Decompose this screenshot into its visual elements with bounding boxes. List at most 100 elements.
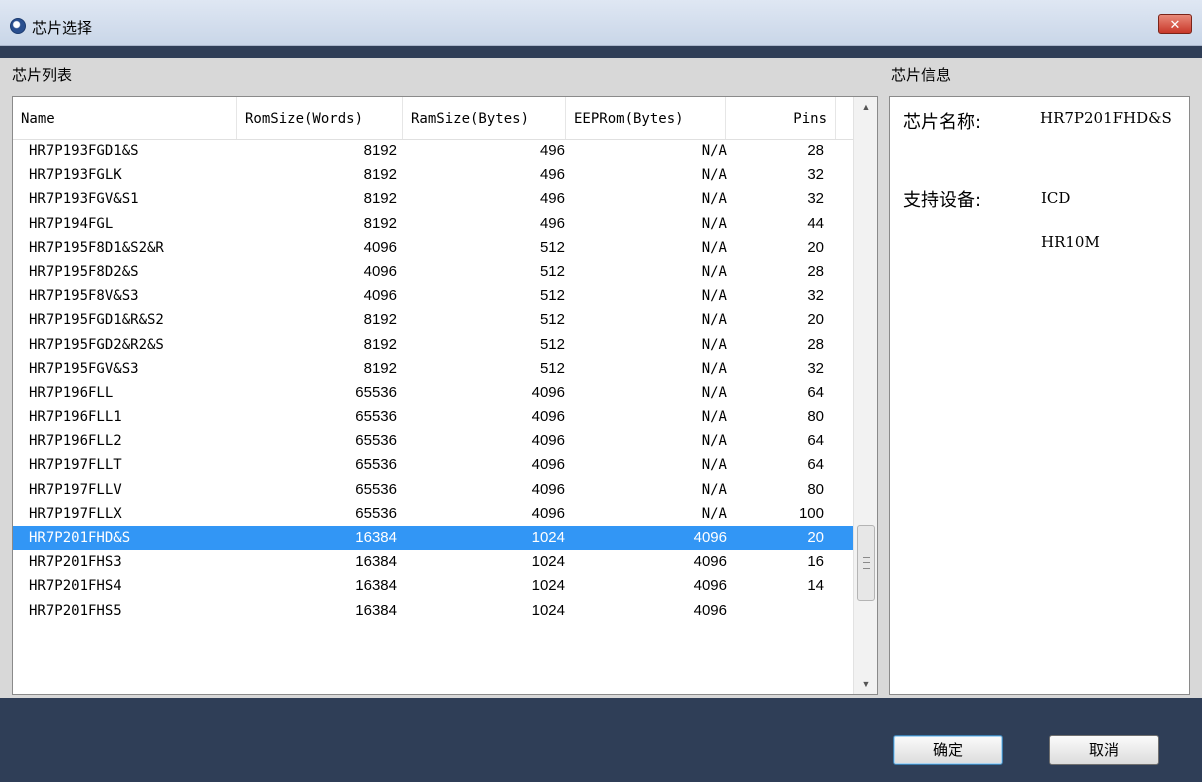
cell-name: HR7P196FLL2 [29, 433, 122, 450]
table-row[interactable]: HR7P193FGD1&S 8192 496 N/A 28 [13, 139, 853, 163]
cell-pins: 80 [807, 408, 824, 426]
cell-pins: 28 [807, 335, 824, 353]
cell-name: HR7P201FHS3 [29, 554, 122, 571]
cell-eeprom: N/A [701, 409, 727, 426]
cell-name: HR7P195FGD2&R2&S [29, 336, 164, 353]
table-row[interactable]: HR7P195F8V&S3 4096 512 N/A 32 [13, 284, 853, 308]
cell-pins: 100 [798, 504, 824, 522]
cell-name: HR7P193FGD1&S [29, 143, 139, 159]
cell-romsize: 65536 [355, 408, 397, 426]
scroll-up-arrow-icon[interactable]: ▲ [854, 97, 877, 117]
table-row[interactable]: HR7P196FLL2 65536 4096 N/A 64 [13, 429, 853, 453]
cell-ramsize: 512 [539, 287, 565, 305]
cell-ramsize: 496 [539, 142, 565, 159]
cell-romsize: 16384 [355, 601, 397, 619]
column-header-ramsize[interactable]: RamSize(Bytes) [403, 97, 566, 139]
cell-name: HR7P201FHD&S [29, 530, 131, 546]
table-row[interactable]: HR7P196FLL1 65536 4096 N/A 80 [13, 405, 853, 429]
cell-ramsize: 1024 [531, 553, 565, 571]
cell-romsize: 65536 [355, 480, 397, 498]
ok-button[interactable]: 确定 [893, 735, 1003, 765]
table-row[interactable]: HR7P195FGD1&R&S2 8192 512 N/A 20 [13, 308, 853, 332]
cell-eeprom: N/A [701, 143, 727, 159]
cell-name: HR7P197FLLX [29, 505, 122, 522]
cell-pins: 20 [807, 529, 824, 546]
table-row-selected[interactable]: HR7P201FHD&S 16384 1024 4096 20 [13, 526, 853, 551]
cell-name: HR7P193FGV&S1 [29, 191, 139, 208]
table-row[interactable]: HR7P197FLLV 65536 4096 N/A 80 [13, 478, 853, 502]
table-row[interactable]: HR7P197FLLX 65536 4096 N/A 100 [13, 502, 853, 526]
cell-romsize: 8192 [363, 190, 397, 208]
cell-eeprom: 4096 [693, 601, 727, 619]
cell-eeprom: N/A [701, 505, 727, 522]
cell-eeprom: N/A [701, 167, 727, 184]
cell-pins: 32 [807, 359, 824, 377]
cell-eeprom: N/A [701, 360, 727, 377]
cell-ramsize: 512 [539, 262, 565, 280]
device-item: ICD [1041, 189, 1071, 207]
chip-list-table[interactable]: Name RomSize(Words) RamSize(Bytes) EEPRo… [12, 96, 878, 695]
cell-eeprom: N/A [701, 336, 727, 353]
table-row[interactable]: HR7P195FGD2&R2&S 8192 512 N/A 28 [13, 333, 853, 357]
cell-eeprom: N/A [701, 215, 727, 232]
cell-romsize: 8192 [363, 335, 397, 353]
table-row[interactable]: HR7P193FGV&S1 8192 496 N/A 32 [13, 187, 853, 211]
cell-eeprom: 4096 [693, 577, 727, 595]
cell-pins: 16 [807, 553, 824, 571]
cell-romsize: 4096 [363, 262, 397, 280]
cell-romsize: 16384 [355, 553, 397, 571]
cell-name: HR7P197FLLV [29, 481, 122, 498]
cell-name: HR7P201FHS5 [29, 602, 122, 619]
cell-ramsize: 512 [539, 238, 565, 256]
cell-eeprom: N/A [701, 239, 727, 256]
column-header-eeprom[interactable]: EEPRom(Bytes) [566, 97, 726, 139]
table-row[interactable]: HR7P201FHS5 16384 1024 4096 [13, 599, 853, 623]
cell-name: HR7P195F8V&S3 [29, 288, 139, 305]
scroll-down-arrow-icon[interactable]: ▼ [854, 674, 877, 694]
cell-pins [726, 599, 824, 623]
supported-devices-label: 支持设备: [903, 190, 982, 211]
chip-name-label: 芯片名称: [903, 112, 982, 133]
cell-pins: 64 [807, 456, 824, 474]
table-row[interactable]: HR7P196FLL 65536 4096 N/A 64 [13, 381, 853, 405]
cell-romsize: 8192 [363, 311, 397, 329]
column-header-pins[interactable]: Pins [726, 97, 836, 139]
table-row[interactable]: HR7P197FLLT 65536 4096 N/A 64 [13, 453, 853, 477]
cell-romsize: 16384 [355, 577, 397, 595]
cell-ramsize: 1024 [531, 577, 565, 595]
cell-ramsize: 496 [539, 190, 565, 208]
chip-name-value: HR7P201FHD&S [1040, 109, 1172, 127]
table-row[interactable]: HR7P201FHS4 16384 1024 4096 14 [13, 574, 853, 598]
cell-ramsize: 4096 [531, 456, 565, 474]
cell-pins: 28 [807, 142, 824, 159]
cell-eeprom: N/A [701, 433, 727, 450]
table-row[interactable]: HR7P195F8D1&S2&R 4096 512 N/A 20 [13, 236, 853, 260]
column-header-name[interactable]: Name [13, 97, 237, 139]
vertical-scrollbar[interactable]: ▲ ▼ [853, 97, 877, 694]
cancel-button[interactable]: 取消 [1049, 735, 1159, 765]
cell-name: HR7P196FLL [29, 384, 114, 401]
cell-pins: 44 [807, 214, 824, 232]
cell-ramsize: 4096 [531, 383, 565, 401]
cell-ramsize: 496 [539, 166, 565, 184]
table-row[interactable]: HR7P201FHS3 16384 1024 4096 16 [13, 550, 853, 574]
cell-eeprom: N/A [701, 191, 727, 208]
cell-ramsize: 1024 [531, 529, 565, 546]
table-row[interactable]: HR7P195FGV&S3 8192 512 N/A 32 [13, 357, 853, 381]
cell-name: HR7P196FLL1 [29, 409, 122, 426]
chip-info-label: 芯片信息 [891, 66, 952, 84]
table-row[interactable]: HR7P194FGL 8192 496 N/A 44 [13, 212, 853, 236]
cell-eeprom: N/A [701, 384, 727, 401]
cell-pins: 14 [807, 577, 824, 595]
table-row[interactable]: HR7P195F8D2&S 4096 512 N/A 28 [13, 260, 853, 284]
cell-name: HR7P201FHS4 [29, 578, 122, 595]
cell-eeprom: N/A [701, 263, 727, 280]
cell-romsize: 65536 [355, 432, 397, 450]
chip-info-panel: 芯片名称: HR7P201FHD&S 支持设备: ICD HR10M [889, 96, 1190, 695]
cell-pins: 32 [807, 166, 824, 184]
cell-name: HR7P197FLLT [29, 457, 122, 474]
column-header-romsize[interactable]: RomSize(Words) [237, 97, 403, 139]
table-row[interactable]: HR7P193FGLK 8192 496 N/A 32 [13, 163, 853, 187]
close-button[interactable]: ✕ [1158, 14, 1192, 34]
scrollbar-thumb[interactable] [857, 525, 875, 601]
